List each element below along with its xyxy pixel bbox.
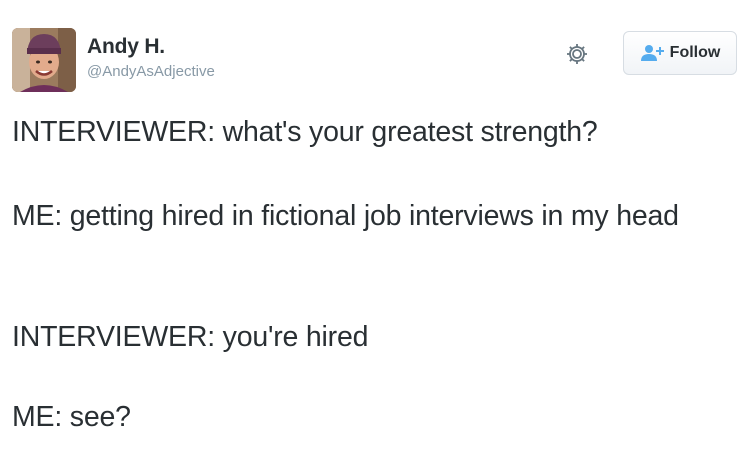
tweet-paragraph: INTERVIEWER: what's your greatest streng… [12, 116, 598, 148]
avatar-image [12, 28, 76, 92]
add-person-icon [640, 45, 664, 61]
tweet-paragraph: INTERVIEWER: you're hired [12, 321, 369, 353]
tweet-paragraph: ME: getting hired in fictional job inter… [12, 200, 679, 232]
tweet-card: Andy H. @AndyAsAdjective Follow INTERVIE… [0, 0, 750, 466]
avatar[interactable] [12, 28, 76, 92]
tweet-header: Andy H. @AndyAsAdjective Follow [12, 28, 738, 92]
gear-icon[interactable] [565, 42, 589, 66]
user-handle[interactable]: @AndyAsAdjective [87, 62, 215, 82]
tweet-paragraph: ME: see? [12, 401, 131, 433]
display-name[interactable]: Andy H. [87, 34, 215, 60]
follow-button[interactable]: Follow [623, 31, 737, 75]
follow-label: Follow [669, 44, 721, 61]
user-info: Andy H. @AndyAsAdjective [87, 34, 215, 82]
